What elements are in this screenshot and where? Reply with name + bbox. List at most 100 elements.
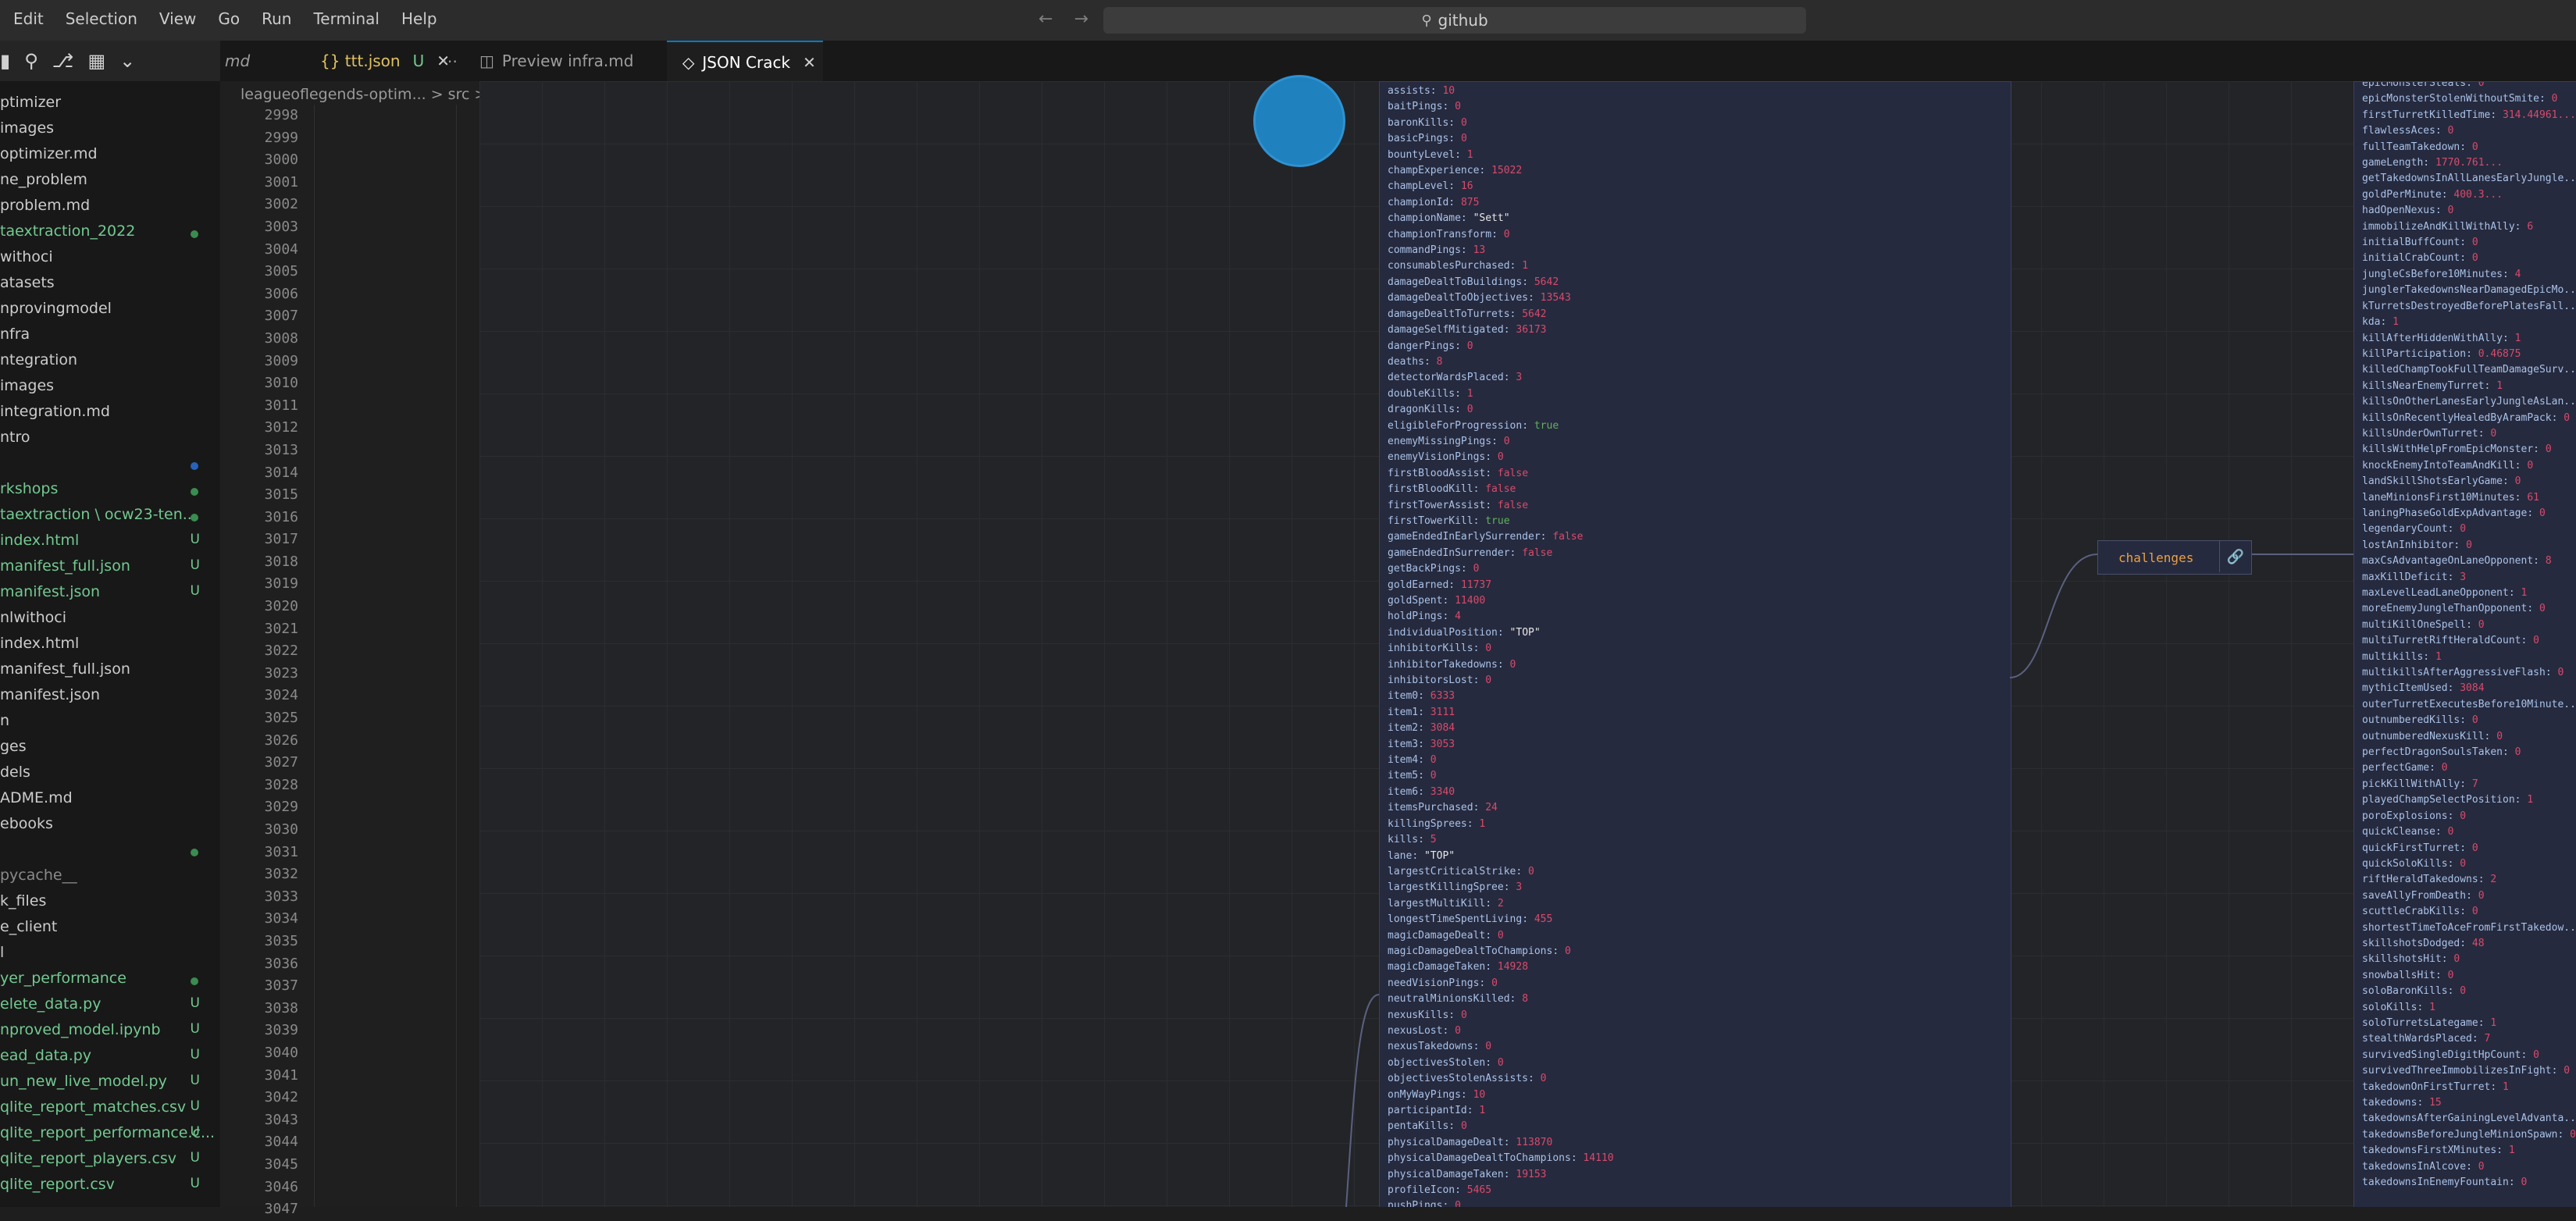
json-colon: :	[2503, 746, 2515, 759]
explorer-item[interactable]: elete_data.py U	[0, 995, 220, 1019]
challenges-node[interactable]: epicMonsterSteals: 0 epicMonsterStolenWit…	[2353, 81, 2576, 1207]
json-field-row: baronKills: 0	[1380, 116, 2011, 131]
explorer-item[interactable]: problem.md	[0, 197, 220, 220]
explorer-item[interactable]: index.html	[0, 635, 220, 658]
explorer-item[interactable]: un_new_live_model.py U	[0, 1073, 220, 1096]
explorer-item[interactable]: dels	[0, 764, 220, 787]
explorer-item[interactable]: manifest.json U	[0, 583, 220, 607]
line-number: 3043	[264, 1111, 298, 1128]
json-editor[interactable]: leagueoflegends-optim... > src > {} 2998…	[220, 81, 511, 1217]
chevron-down-icon[interactable]: ⌄	[119, 50, 135, 72]
explorer-item[interactable]: ADME.md	[0, 789, 220, 813]
json-value: 0	[2539, 603, 2546, 615]
menu-item-edit[interactable]: Edit	[13, 9, 44, 28]
tab-more[interactable]: ⋯	[442, 41, 465, 81]
json-crack-canvas[interactable]: assists: 10 baitPings: 0 baronKills: 0 basi…	[479, 81, 2576, 1207]
json-value: 0	[2478, 1160, 2485, 1173]
json-value: 0	[2557, 667, 2564, 679]
explorer-item[interactable]	[0, 454, 220, 478]
json-value: 0	[1455, 101, 1461, 113]
explorer-item[interactable]: ead_data.py U	[0, 1047, 220, 1070]
json-colon: :	[1455, 148, 1467, 161]
explorer-item[interactable]: ntro	[0, 429, 220, 452]
explorer-item[interactable]: e_client	[0, 918, 220, 942]
explorer-item[interactable]: images	[0, 119, 220, 143]
explorer-item[interactable]: ne_problem	[0, 171, 220, 194]
tab-preview-infra[interactable]: ◫ Preview infra.md	[479, 41, 667, 81]
menu-item-view[interactable]: View	[159, 9, 196, 28]
json-value: 7	[2471, 778, 2478, 790]
explorer-item[interactable]: nlwithoci	[0, 609, 220, 632]
explorer-item[interactable]: taextraction \ ocw23-ten...	[0, 506, 220, 529]
menu-item-selection[interactable]: Selection	[66, 9, 137, 28]
command-center-search[interactable]: ⚲ github	[1103, 7, 1806, 34]
explorer-item[interactable]: taextraction_2022	[0, 222, 220, 246]
menu-item-terminal[interactable]: Terminal	[313, 9, 379, 28]
explorer-item[interactable]: rkshops	[0, 480, 220, 504]
json-colon: :	[2423, 157, 2435, 169]
menu-item-go[interactable]: Go	[218, 9, 240, 28]
tab-ttt-json[interactable]: {} ttt.json U ✕	[305, 41, 461, 81]
json-value: 0	[2496, 730, 2503, 742]
explorer-item[interactable]: index.html U	[0, 532, 220, 555]
explorer-item[interactable]	[0, 841, 220, 864]
link-icon[interactable]: 🔗	[2219, 541, 2251, 572]
json-value: 0	[1509, 658, 1516, 671]
explorer-item[interactable]: qlite_report_matches.csv U	[0, 1098, 220, 1122]
json-value: 1	[1479, 1105, 1486, 1116]
challenges-key-node[interactable]: challenges 🔗	[2097, 540, 2252, 575]
explorer-item[interactable]: integration.md	[0, 403, 220, 426]
explorer-item[interactable]: manifest_full.json U	[0, 557, 220, 581]
explorer-item[interactable]: nproved_model.ipynb U	[0, 1021, 220, 1045]
explorer-item[interactable]: qlite_report_performance.c... U	[0, 1124, 220, 1148]
tab-json-crack[interactable]: ◇ JSON Crack ✕	[667, 41, 823, 83]
close-icon[interactable]: ✕	[803, 53, 816, 72]
forward-arrow-icon[interactable]: →	[1074, 9, 1088, 29]
explorer-item[interactable]: nprovingmodel	[0, 300, 220, 323]
extensions-icon[interactable]: ▦	[87, 50, 105, 72]
explorer-item[interactable]: ptimizer	[0, 94, 220, 117]
json-value: 19153	[1516, 1168, 1547, 1180]
json-field-row: epicMonsterSteals: 0	[2354, 82, 2576, 91]
explorer-item[interactable]: nfra	[0, 326, 220, 349]
explorer-icon[interactable]: ▮	[0, 50, 10, 72]
participant-node[interactable]: assists: 10 baitPings: 0 baronKills: 0 basi…	[1379, 81, 2011, 1207]
menu-item-help[interactable]: Help	[401, 9, 437, 28]
explorer-item[interactable]: manifest.json	[0, 686, 220, 710]
explorer-item[interactable]: l	[0, 944, 220, 967]
menu-item-run[interactable]: Run	[262, 9, 291, 28]
explorer-item[interactable]: withoci	[0, 248, 220, 272]
explorer-item[interactable]: ntegration	[0, 351, 220, 375]
explorer-item[interactable]: atasets	[0, 274, 220, 297]
explorer-item[interactable]: optimizer.md	[0, 145, 220, 169]
explorer-item[interactable]: qlite_report.csv U	[0, 1176, 220, 1199]
explorer-item[interactable]: ges	[0, 738, 220, 761]
explorer-item[interactable]: qlite_report_players.csv U	[0, 1150, 220, 1173]
explorer-item-label: problem.md	[0, 197, 91, 214]
back-arrow-icon[interactable]: ←	[1039, 9, 1053, 29]
explorer-item[interactable]: ebooks	[0, 815, 220, 838]
explorer-item[interactable]: images	[0, 377, 220, 400]
json-field-row: goldEarned: 11737	[1380, 578, 2011, 593]
json-key: flawlessAces	[2362, 125, 2435, 137]
tab-md[interactable]: md	[220, 41, 290, 81]
json-colon: :	[1418, 722, 1431, 735]
json-value: 0	[2539, 507, 2546, 519]
json-colon: :	[2484, 379, 2497, 392]
search-view-icon[interactable]: ⚲	[24, 50, 38, 72]
explorer-item-label: index.html	[0, 635, 80, 652]
source-control-icon[interactable]: ⎇	[52, 50, 74, 72]
explorer-item[interactable]: yer_performance	[0, 970, 220, 993]
json-value: 0	[2564, 411, 2571, 424]
json-colon: :	[1503, 1136, 1516, 1148]
json-key: magicDamageDealtToChampions	[1388, 945, 1553, 957]
json-field-row: baitPings: 0	[1380, 99, 2011, 115]
json-colon: :	[2460, 714, 2472, 727]
explorer-item-label: ADME.md	[0, 789, 73, 806]
json-colon: :	[2435, 125, 2448, 137]
explorer-item[interactable]: pycache__	[0, 867, 220, 890]
explorer-item[interactable]: k_files	[0, 892, 220, 916]
explorer-item[interactable]: n	[0, 712, 220, 735]
explorer-item[interactable]: manifest_full.json	[0, 660, 220, 684]
json-field-row: killsOnOtherLanesEarlyJungleAsLan...:	[2354, 394, 2576, 410]
